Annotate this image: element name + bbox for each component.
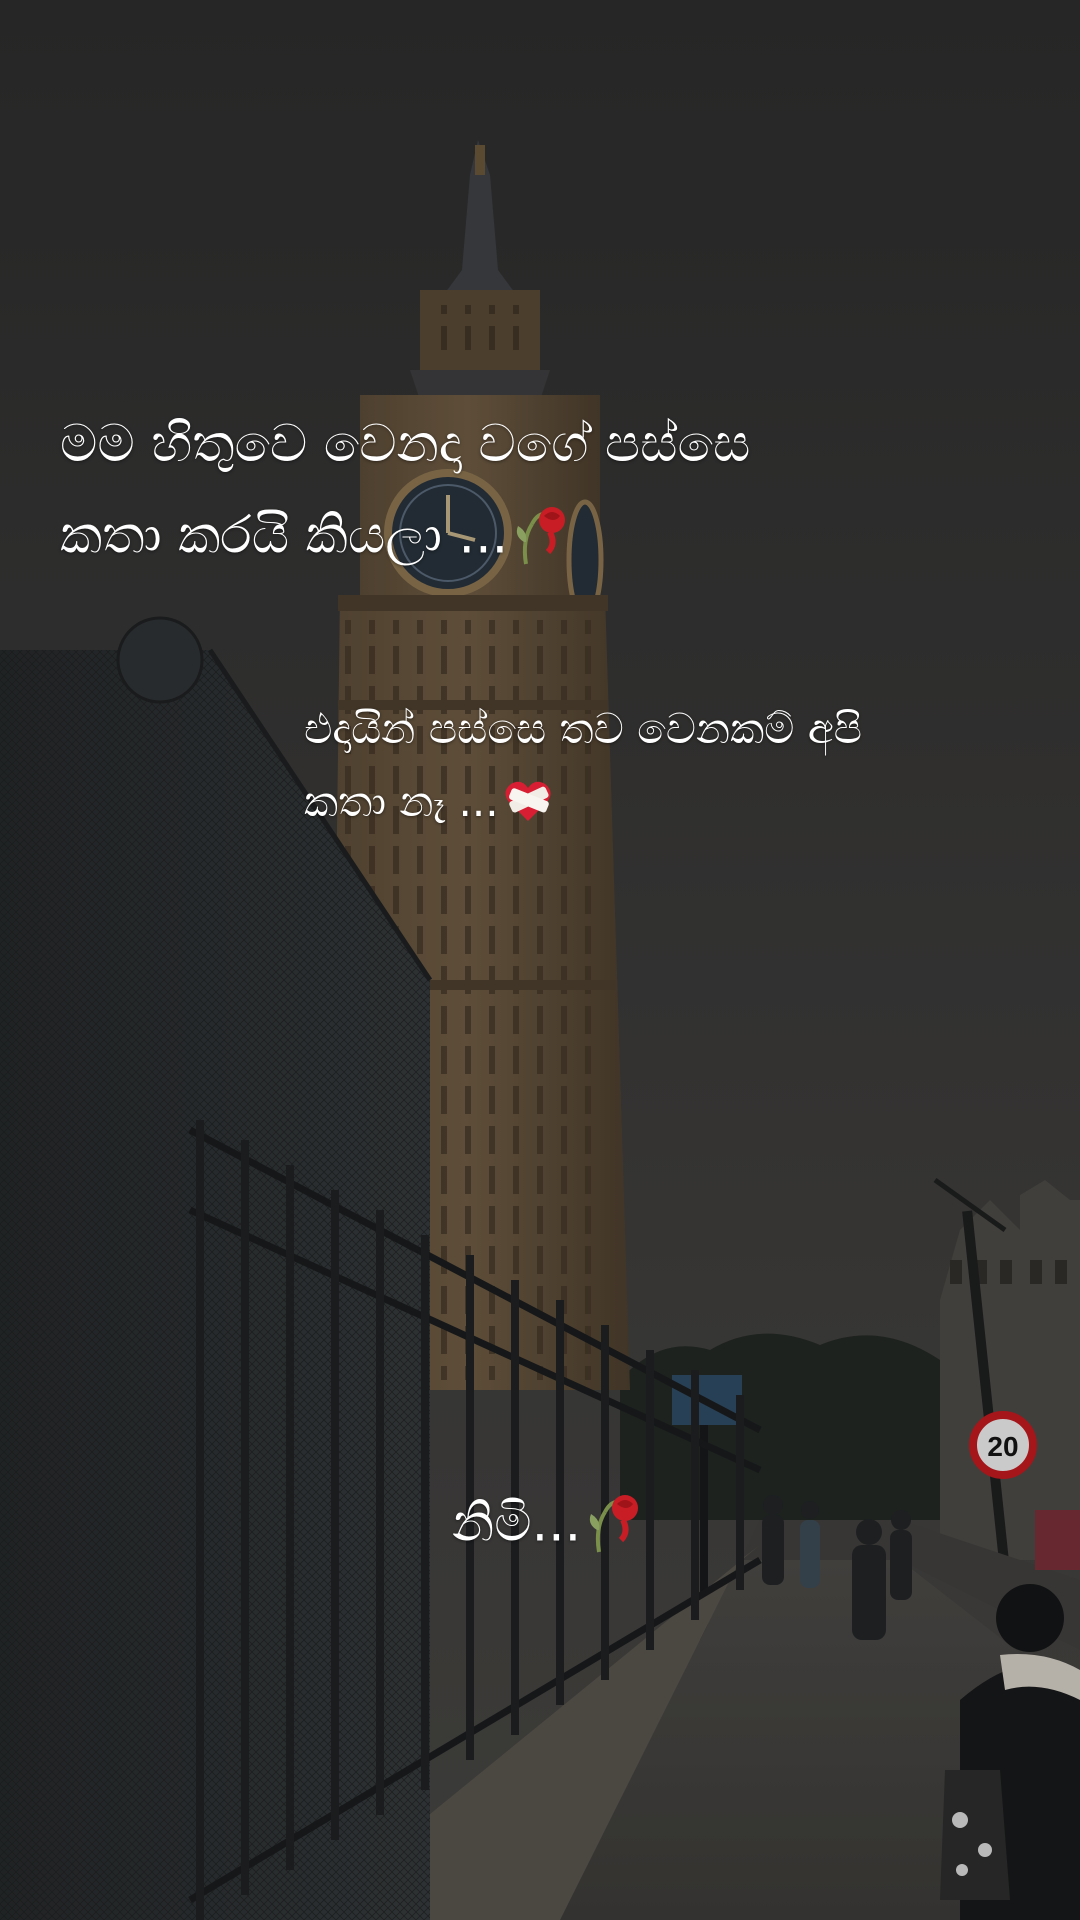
wilted-rose-icon (512, 502, 570, 575)
caption-line-5: නිමි... (452, 1490, 643, 1563)
background-photo: 20 (0, 0, 1080, 1920)
caption-line-3: එදායින් පස්සෙ තව වෙනකම් අපි (304, 708, 862, 750)
caption-line-2-text: කතා කරයි කියලා ... (60, 505, 509, 566)
caption-line-4: කතා නෑ ... (304, 776, 553, 833)
mending-heart-icon (503, 776, 553, 833)
caption-line-2: කතා කරයි කියලා ... (60, 502, 570, 575)
caption-line-4-text: කතා නෑ ... (304, 777, 499, 826)
caption-line-3-text: එදායින් පස්සෙ තව වෙනකම් අපි (304, 704, 863, 753)
caption-line-5-text: නිමි... (452, 1493, 582, 1554)
speed-limit-sign: 20 (987, 1431, 1018, 1462)
caption-line-1: මම හිතුවෙ වෙනදා වගේ පස්සෙ (60, 418, 750, 470)
story-frame: 20 මම හිතුවෙ වෙනදා වගේ පස්සෙ කතා කරයි කි… (0, 0, 1080, 1920)
caption-line-1-text: මම හිතුවෙ වෙනදා වගේ පස්සෙ (60, 414, 751, 474)
wilted-rose-icon-end (585, 1490, 643, 1563)
